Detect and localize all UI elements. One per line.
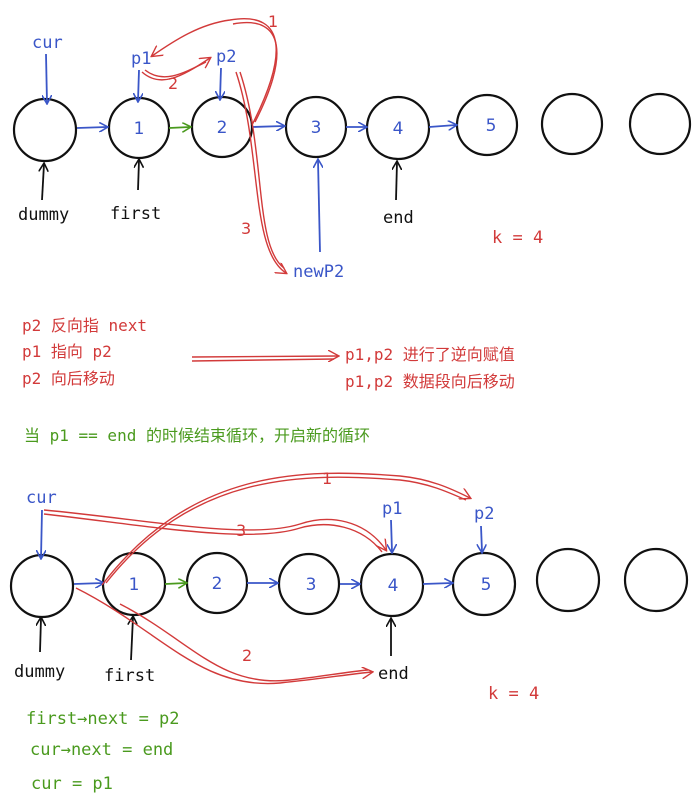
- top-link-2-3: [251, 126, 284, 127]
- linked-list-reversal-diagram: 1 2 3 4 5 cur p1 p2 dummy first end newP…: [9, 12, 692, 794]
- bottom-first-label: first: [104, 666, 155, 686]
- top-node-label: 5: [486, 116, 497, 136]
- bottom-code-line: first→next = p2: [26, 709, 180, 729]
- top-node-label: 4: [393, 119, 404, 139]
- bottom-k-label: k = 4: [488, 684, 539, 704]
- top-cur-arrow: [46, 53, 47, 103]
- bottom-p2-label: p2: [474, 504, 494, 524]
- top-step3-arrow: [235, 71, 286, 273]
- note-right-line: p1,p2 数据段向后移动: [345, 372, 515, 391]
- bottom-dummy-label: dummy: [14, 662, 65, 682]
- top-step2-label: 2: [168, 74, 178, 93]
- bottom-node-label: 1: [129, 575, 140, 595]
- top-node-empty-2: [628, 92, 692, 156]
- note-left-line: p2 向后移动: [22, 369, 115, 388]
- top-diagram: 1 2 3 4 5 cur p1 p2 dummy first end newP…: [12, 12, 692, 282]
- top-newP2-arrow: [318, 160, 320, 253]
- top-dummy-label: dummy: [18, 205, 69, 225]
- top-step3-label: 3: [241, 219, 251, 238]
- bottom-link-4-5: [422, 583, 452, 584]
- bottom-node-empty-1: [535, 547, 601, 613]
- bottom-step1-label: 1: [322, 469, 332, 488]
- top-first-label: first: [110, 204, 161, 224]
- bottom-step3-arrow: [43, 509, 386, 550]
- bottom-dummy-arrow: [40, 618, 41, 653]
- top-newP2-label: newP2: [293, 262, 344, 282]
- top-node-label: 3: [311, 118, 322, 138]
- bottom-node-label: 5: [481, 575, 492, 595]
- top-p1-label: p1: [131, 49, 151, 69]
- top-p1-arrow: [138, 69, 139, 101]
- top-end-arrow: [396, 162, 397, 201]
- bottom-code-line: cur = p1: [31, 774, 113, 794]
- top-link-dummy-1: [76, 127, 107, 128]
- bottom-step3-label: 3: [236, 521, 246, 540]
- top-step1-label: 1: [268, 12, 278, 31]
- top-link-1-2: [168, 127, 190, 128]
- bottom-cur-label: cur: [26, 488, 57, 508]
- bottom-p2-arrow: [481, 525, 482, 552]
- bottom-step2-arrow-stroke: [119, 603, 369, 682]
- top-node-empty-1: [540, 92, 604, 156]
- top-cur-label: cur: [32, 33, 63, 53]
- note-right-line: p1,p2 进行了逆向赋值: [345, 345, 515, 364]
- note-left-line: p1 指向 p2: [22, 342, 112, 361]
- top-node-label: 2: [217, 118, 228, 138]
- top-dummy-arrow: [42, 164, 44, 201]
- bottom-end-label: end: [378, 664, 409, 684]
- bottom-diagram: 1 2 3 4 5 cur p1 p2 dummy first end 1 3 …: [9, 469, 689, 794]
- loop-condition-text: 当 p1 == end 的时候结束循环，开启新的循环: [24, 426, 370, 445]
- top-link-4-5: [428, 125, 456, 127]
- top-step1-arrow: [152, 18, 277, 126]
- bottom-step1-arrow: [101, 472, 470, 586]
- top-first-arrow: [138, 160, 139, 191]
- notes-arrow: [191, 356, 338, 357]
- note-left-line: p2 反向指 next: [22, 316, 147, 335]
- bottom-first-arrow: [131, 617, 133, 661]
- bottom-node-label: 2: [212, 574, 223, 594]
- bottom-link-dummy-1: [73, 583, 103, 584]
- bottom-code-line: cur→next = end: [30, 740, 173, 760]
- top-p2-label: p2: [216, 47, 236, 67]
- bottom-node-label: 4: [388, 576, 399, 596]
- notes-arrow-stroke: [191, 358, 335, 362]
- top-end-label: end: [383, 208, 414, 228]
- top-node-label: 1: [134, 119, 145, 139]
- top-node-dummy: [12, 97, 78, 163]
- bottom-step2-label: 2: [242, 646, 252, 665]
- bottom-node-dummy: [9, 553, 75, 619]
- bottom-link-1-2: [164, 583, 186, 584]
- top-p2-arrow: [220, 67, 221, 99]
- bottom-node-empty-2: [623, 547, 689, 613]
- bottom-cur-arrow: [41, 509, 42, 558]
- top-k-label: k = 4: [492, 228, 543, 248]
- bottom-node-label: 3: [306, 575, 317, 595]
- notes: p2 反向指 next p1 指向 p2 p2 向后移动 p1,p2 进行了逆向…: [22, 316, 515, 445]
- top-step3-arrow-stroke: [239, 71, 285, 269]
- bottom-p1-label: p1: [382, 499, 402, 519]
- bottom-p1-arrow: [391, 519, 392, 552]
